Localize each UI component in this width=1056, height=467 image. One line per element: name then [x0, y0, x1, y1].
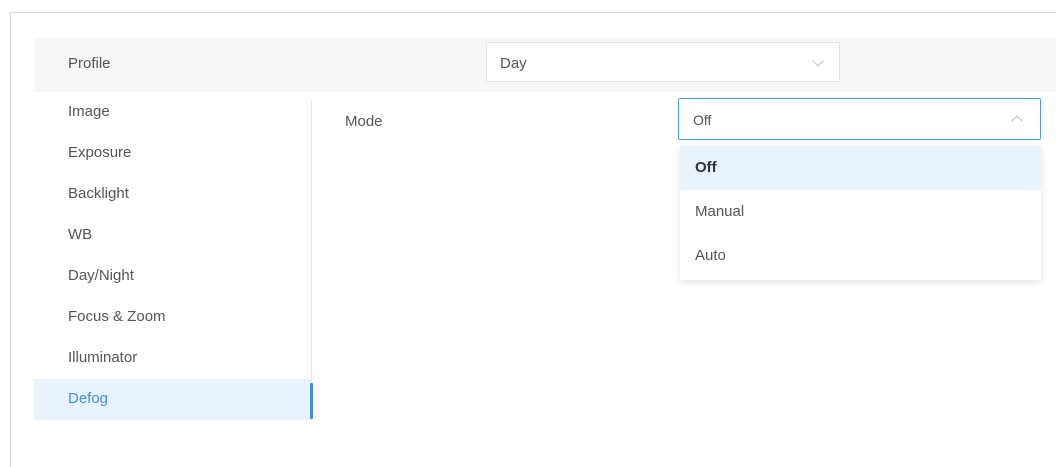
- chevron-down-icon: [812, 55, 824, 67]
- mode-option-manual[interactable]: Manual: [680, 190, 1041, 234]
- menu-item-image[interactable]: Image: [34, 92, 312, 133]
- menu-item-label: Backlight: [68, 185, 129, 202]
- menu-item-label: Day/Night: [68, 267, 134, 284]
- menu-item-day-night[interactable]: Day/Night: [34, 256, 312, 297]
- menu-item-defog[interactable]: Defog: [34, 379, 312, 420]
- chevron-up-icon: [1011, 115, 1023, 127]
- profile-select[interactable]: Day: [486, 42, 840, 82]
- mode-option-off[interactable]: Off: [680, 146, 1041, 190]
- menu-item-label: Exposure: [68, 144, 132, 161]
- mode-select[interactable]: Off: [678, 98, 1041, 140]
- mode-label: Mode: [345, 113, 383, 130]
- menu-item-label: Illuminator: [68, 349, 138, 366]
- menu-item-wb[interactable]: WB: [34, 215, 312, 256]
- option-label: Manual: [695, 203, 745, 220]
- option-label: Auto: [695, 247, 726, 264]
- option-label: Off: [695, 159, 717, 176]
- menu-item-exposure[interactable]: Exposure: [34, 133, 312, 174]
- profile-select-value: Day: [500, 55, 527, 72]
- menu-item-focus-zoom[interactable]: Focus & Zoom: [34, 297, 312, 338]
- menu-item-label: Focus & Zoom: [68, 308, 166, 325]
- menu-item-label: Defog: [68, 390, 109, 407]
- menu-item-illuminator[interactable]: Illuminator: [34, 338, 312, 379]
- profile-label: Profile: [68, 55, 111, 72]
- menu-item-backlight[interactable]: Backlight: [34, 174, 312, 215]
- menu-item-label: WB: [68, 226, 93, 243]
- menu-item-label: Image: [68, 103, 110, 120]
- mode-select-value: Off: [693, 112, 712, 128]
- profile-row: Profile Day: [34, 38, 1056, 92]
- side-menu: Image Exposure Backlight WB Day/Night Fo…: [34, 92, 312, 420]
- sidebar-divider: [311, 101, 312, 421]
- mode-option-auto[interactable]: Auto: [680, 234, 1041, 278]
- active-item-indicator: [310, 383, 313, 419]
- mode-dropdown-menu: Off Manual Auto: [680, 146, 1041, 280]
